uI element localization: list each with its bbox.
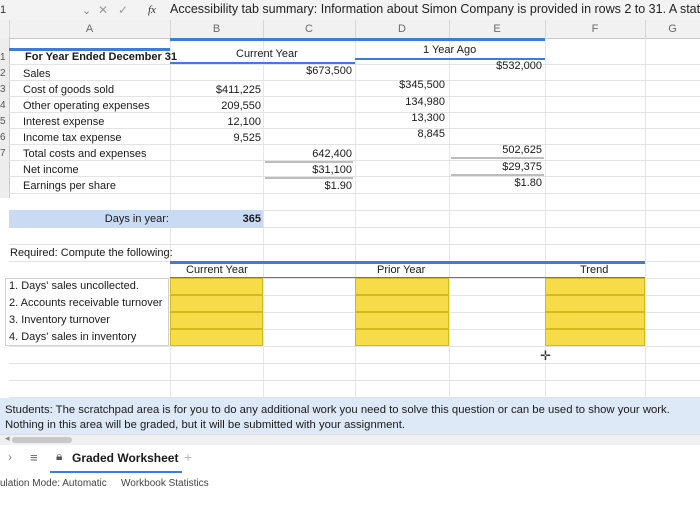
- year-ago-total[interactable]: $532,000: [449, 60, 542, 72]
- required-prior-year-header[interactable]: Prior Year: [377, 264, 425, 276]
- required-item[interactable]: 4. Days' sales in inventory: [9, 331, 136, 343]
- sheet-tab-label: Graded Worksheet: [72, 451, 179, 465]
- answer-current-days-sales-uncollected[interactable]: [170, 278, 263, 295]
- workbook-statistics[interactable]: Workbook Statistics: [121, 478, 209, 489]
- scratchpad-note-line1: Students: The scratchpad area is for you…: [5, 404, 670, 416]
- row-label[interactable]: Net income: [23, 164, 79, 176]
- required-trend-header[interactable]: Trend: [580, 264, 608, 276]
- total-underline: [265, 177, 353, 179]
- year-ago-total[interactable]: $29,375: [449, 161, 542, 173]
- year-ago-amount[interactable]: 8,845: [355, 128, 445, 140]
- required-item[interactable]: 2. Accounts receivable turnover: [9, 297, 162, 309]
- days-in-year-value[interactable]: 365: [170, 213, 261, 225]
- total-underline: [451, 174, 544, 176]
- row-number[interactable]: 6: [0, 132, 8, 143]
- year-ago-header[interactable]: 1 Year Ago: [423, 44, 476, 56]
- required-prompt[interactable]: Required: Compute the following:: [10, 247, 173, 259]
- days-in-year-label[interactable]: Days in year:: [9, 213, 169, 225]
- current-year-amount[interactable]: 9,525: [170, 132, 261, 144]
- scrollbar-thumb[interactable]: [12, 437, 72, 443]
- year-ago-total[interactable]: 502,625: [449, 144, 542, 156]
- column-header-e[interactable]: E: [449, 20, 546, 38]
- row-number[interactable]: 1: [0, 52, 8, 63]
- row-label[interactable]: Earnings per share: [23, 180, 116, 192]
- status-bar: ulation Mode: Automatic Workbook Statist…: [0, 475, 700, 497]
- all-sheets-menu-icon[interactable]: ≡: [30, 450, 38, 465]
- year-ago-amount[interactable]: 13,300: [355, 112, 445, 124]
- required-item[interactable]: 1. Days' sales uncollected.: [9, 280, 139, 292]
- current-year-amount[interactable]: 12,100: [170, 116, 261, 128]
- scroll-left-icon[interactable]: ◂: [5, 433, 10, 444]
- row-number[interactable]: 4: [0, 100, 8, 111]
- required-current-year-header[interactable]: Current Year: [186, 264, 248, 276]
- year-ago-amount[interactable]: $345,500: [355, 79, 445, 91]
- answer-current-inventory-turnover[interactable]: [170, 312, 263, 329]
- column-header-c[interactable]: C: [263, 20, 356, 38]
- answer-trend-days-sales-inventory[interactable]: [545, 329, 645, 346]
- row-label[interactable]: Cost of goods sold: [23, 84, 114, 96]
- current-year-amount[interactable]: $411,225: [170, 84, 261, 96]
- fx-label[interactable]: fx: [148, 4, 156, 16]
- header-accent-bar: [263, 38, 355, 41]
- answer-trend-ar-turnover[interactable]: [545, 295, 645, 312]
- scratchpad-note-line2: Nothing in this area will be graded, but…: [5, 419, 405, 431]
- calculation-mode[interactable]: ulation Mode: Automatic: [0, 478, 107, 489]
- formula-bar: 1 ⌄ ✕ ✓ fx Accessibility tab summary: In…: [0, 0, 700, 21]
- year-ago-amount[interactable]: 134,980: [355, 96, 445, 108]
- row-number[interactable]: 3: [0, 84, 8, 95]
- row-label[interactable]: Total costs and expenses: [23, 148, 147, 160]
- current-year-header[interactable]: Current Year: [236, 48, 298, 60]
- header-accent-bar: [170, 38, 263, 41]
- cell-cursor-icon: ✛: [540, 348, 551, 363]
- answer-prior-inventory-turnover[interactable]: [355, 312, 449, 329]
- cancel-icon[interactable]: ✕: [98, 3, 108, 17]
- header-underline: [170, 62, 355, 64]
- row-label[interactable]: Interest expense: [23, 116, 104, 128]
- answer-trend-days-sales-uncollected[interactable]: [545, 278, 645, 295]
- answer-prior-days-sales-uncollected[interactable]: [355, 278, 449, 295]
- column-header-a[interactable]: A: [9, 20, 171, 38]
- answer-trend-inventory-turnover[interactable]: [545, 312, 645, 329]
- column-header-g[interactable]: G: [645, 20, 700, 38]
- row-number[interactable]: 7: [0, 148, 8, 159]
- answer-current-days-sales-inventory[interactable]: [170, 329, 263, 346]
- sheet-tab-graded-worksheet[interactable]: 🔒︎ Graded Worksheet: [50, 445, 182, 473]
- answer-prior-days-sales-inventory[interactable]: [355, 329, 449, 346]
- lock-icon: 🔒︎: [56, 449, 63, 463]
- sheet-tab-bar: › ≡ 🔒︎ Graded Worksheet +: [0, 445, 700, 475]
- chevron-down-icon[interactable]: ⌄: [82, 4, 91, 17]
- column-header-d[interactable]: D: [355, 20, 450, 38]
- year-ago-total[interactable]: $1.80: [449, 177, 542, 189]
- current-year-total[interactable]: 642,400: [263, 148, 352, 160]
- column-header-f[interactable]: F: [545, 20, 646, 38]
- enter-check-icon[interactable]: ✓: [118, 3, 128, 17]
- current-year-total[interactable]: $1.90: [263, 180, 352, 192]
- row-number[interactable]: 5: [0, 116, 8, 127]
- add-sheet-button[interactable]: +: [184, 449, 192, 465]
- row-number-strip: 1 2 3 4 5 6 7: [0, 38, 10, 198]
- current-year-amount[interactable]: 209,550: [170, 100, 261, 112]
- tab-scroll-icon[interactable]: ›: [8, 450, 12, 464]
- required-item[interactable]: 3. Inventory turnover: [9, 314, 110, 326]
- total-underline: [451, 157, 544, 159]
- row-label[interactable]: Sales: [23, 68, 51, 80]
- period-label[interactable]: For Year Ended December 31: [25, 51, 177, 63]
- answer-current-ar-turnover[interactable]: [170, 295, 263, 312]
- row-label[interactable]: Income tax expense: [23, 132, 121, 144]
- answer-prior-ar-turnover[interactable]: [355, 295, 449, 312]
- current-year-total[interactable]: $31,100: [263, 164, 352, 176]
- current-year-total[interactable]: $673,500: [263, 65, 352, 77]
- cell-reference[interactable]: 1: [0, 4, 6, 16]
- column-header-row: A B C D E F G: [0, 20, 700, 39]
- row-number[interactable]: 2: [0, 68, 8, 79]
- column-header-b[interactable]: B: [170, 20, 264, 38]
- header-accent-bar: [355, 38, 545, 41]
- row-label[interactable]: Other operating expenses: [23, 100, 150, 112]
- formula-input[interactable]: Accessibility tab summary: Information a…: [170, 2, 700, 16]
- horizontal-scrollbar[interactable]: ◂: [0, 433, 700, 445]
- total-underline: [265, 161, 353, 163]
